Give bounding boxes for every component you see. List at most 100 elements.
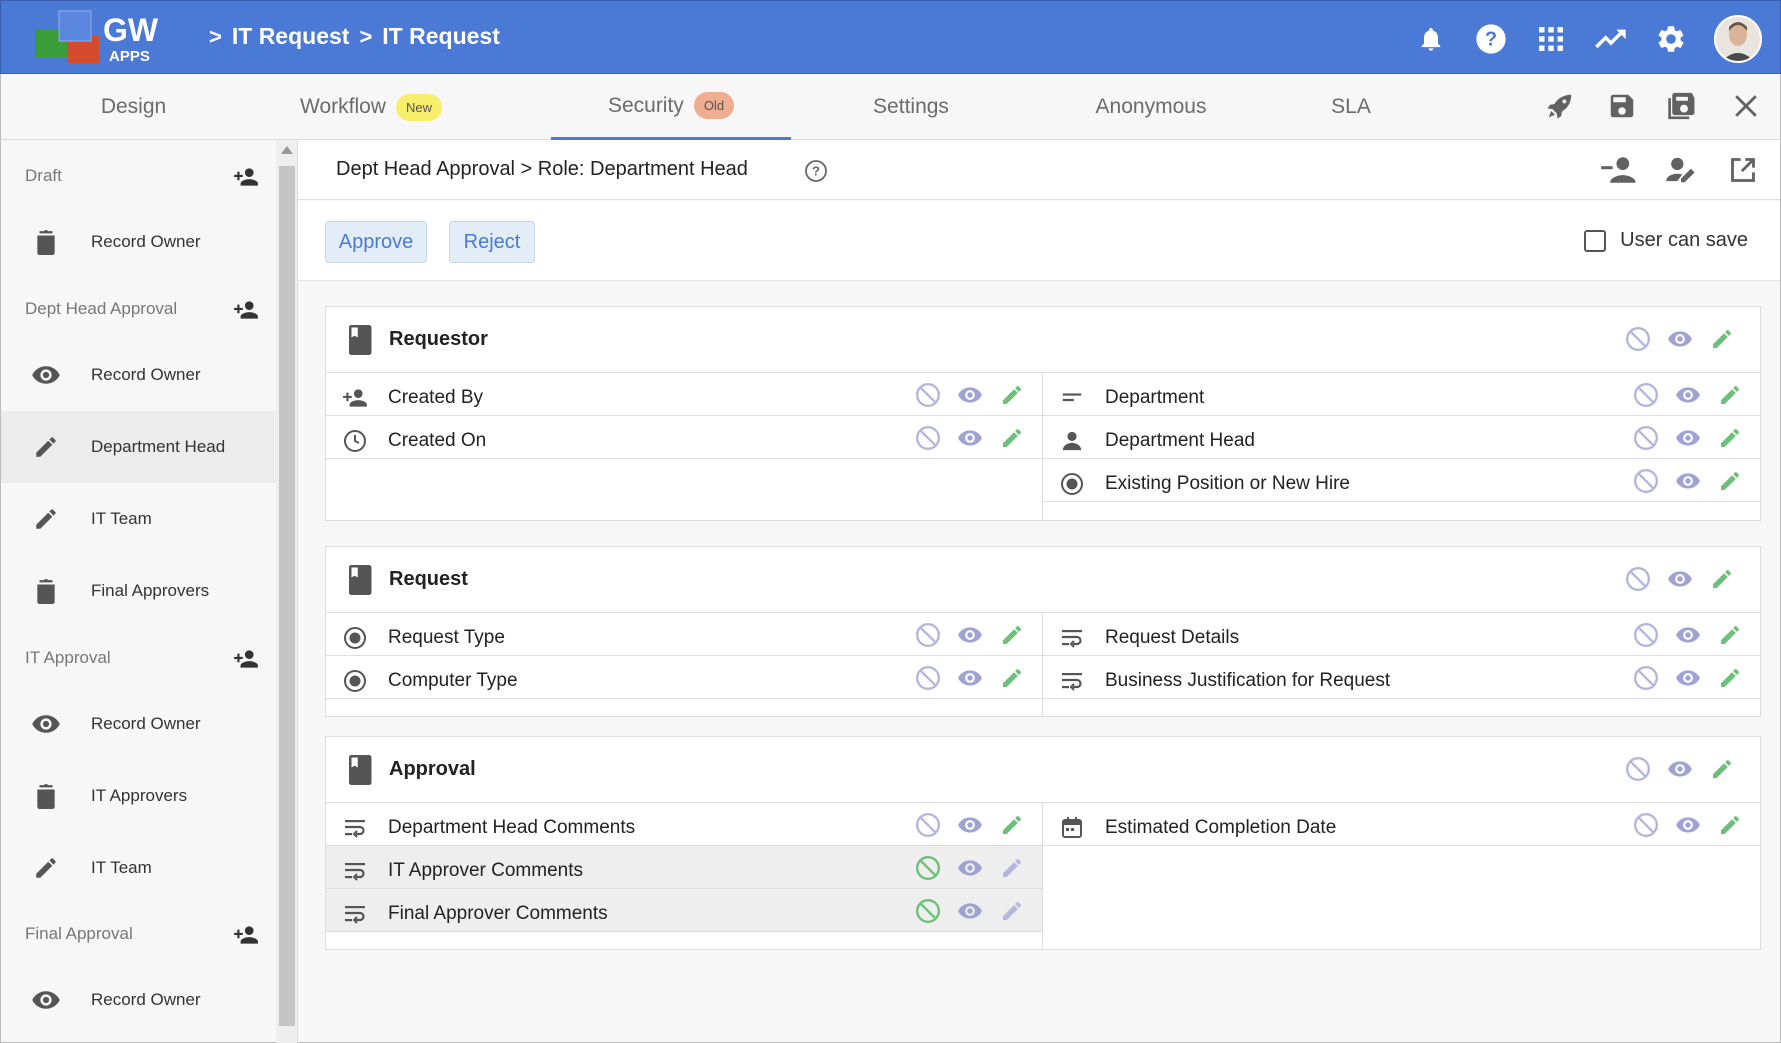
read-only-toggle-icon[interactable] (956, 897, 984, 925)
editable-toggle-icon[interactable] (1708, 565, 1736, 593)
radio-icon (1059, 471, 1085, 497)
person-edit-icon[interactable] (1662, 152, 1700, 188)
tab-anonymous[interactable]: Anonymous (1061, 74, 1241, 140)
remove-person-icon[interactable] (1600, 152, 1638, 188)
sidebar-item-draft-record-owner[interactable]: Record Owner (1, 206, 277, 278)
scrollbar-thumb[interactable] (279, 166, 295, 1026)
editable-toggle-icon[interactable] (1716, 621, 1744, 649)
hidden-toggle-icon[interactable] (1632, 467, 1660, 495)
close-icon[interactable] (1728, 88, 1764, 124)
hidden-toggle-icon[interactable] (1632, 621, 1660, 649)
pencil-icon (31, 504, 61, 534)
read-only-toggle-icon[interactable] (1674, 621, 1702, 649)
tab-sla[interactable]: SLA (1301, 74, 1401, 140)
sidebar-item-department-head[interactable]: Department Head (1, 411, 277, 483)
help-icon[interactable]: ? (1474, 22, 1508, 56)
add-person-icon[interactable] (233, 297, 259, 323)
bell-icon[interactable] (1414, 22, 1448, 56)
hidden-toggle-icon[interactable] (1632, 664, 1660, 692)
wrap-text-icon (1059, 625, 1085, 651)
editable-toggle-icon[interactable] (998, 424, 1026, 452)
breadcrumb-form[interactable]: IT Request (382, 23, 500, 50)
read-only-toggle-icon[interactable] (956, 811, 984, 839)
read-only-toggle-icon[interactable] (1674, 424, 1702, 452)
tab-label: Settings (873, 95, 949, 118)
gw-apps-logo[interactable]: GW APPS (33, 9, 183, 69)
sidebar-item-dept-record-owner[interactable]: Record Owner (1, 339, 277, 411)
editable-toggle-icon[interactable] (998, 664, 1026, 692)
tab-workflow[interactable]: Workflow New (271, 74, 471, 140)
approve-button[interactable]: Approve (325, 221, 427, 263)
read-only-toggle-icon[interactable] (1674, 467, 1702, 495)
avatar[interactable] (1714, 15, 1762, 63)
hidden-toggle-icon[interactable] (914, 621, 942, 649)
hidden-toggle-icon[interactable] (1624, 325, 1652, 353)
editable-toggle-icon[interactable] (998, 621, 1026, 649)
tab-design[interactable]: Design (41, 74, 226, 140)
hidden-toggle-icon[interactable] (914, 897, 942, 925)
tab-settings[interactable]: Settings (821, 74, 1001, 140)
read-only-toggle-icon[interactable] (1674, 811, 1702, 839)
editable-toggle-icon[interactable] (1716, 467, 1744, 495)
sidebar-item-it-team[interactable]: IT Team (1, 483, 277, 555)
editable-toggle-icon[interactable] (1716, 381, 1744, 409)
editable-toggle-icon[interactable] (1716, 664, 1744, 692)
breadcrumb-app[interactable]: IT Request (232, 23, 350, 50)
editable-toggle-icon[interactable] (998, 811, 1026, 839)
read-only-toggle-icon[interactable] (1674, 381, 1702, 409)
editable-toggle-icon[interactable] (1716, 424, 1744, 452)
clock-icon (342, 428, 368, 454)
hidden-toggle-icon[interactable] (914, 424, 942, 452)
open-in-new-icon[interactable] (1724, 152, 1762, 188)
read-only-toggle-icon[interactable] (956, 854, 984, 882)
tab-security[interactable]: Security Old (551, 74, 791, 140)
sidebar-item-it-team-2[interactable]: IT Team (1, 832, 277, 904)
sidebar-item-it-approvers[interactable]: IT Approvers (1, 760, 277, 832)
hidden-toggle-icon[interactable] (914, 854, 942, 882)
sidebar-item-final-record-owner[interactable]: Record Owner (1, 964, 277, 1036)
hidden-toggle-icon[interactable] (914, 381, 942, 409)
save-and-close-icon[interactable] (1666, 88, 1702, 124)
gear-icon[interactable] (1654, 22, 1688, 56)
user-can-save-checkbox[interactable] (1584, 229, 1607, 252)
read-only-toggle-icon[interactable] (1666, 565, 1694, 593)
hidden-toggle-icon[interactable] (1632, 381, 1660, 409)
add-person-icon[interactable] (233, 164, 259, 190)
trending-up-icon[interactable] (1594, 22, 1628, 56)
hidden-toggle-icon[interactable] (1632, 424, 1660, 452)
short-text-icon (1059, 385, 1085, 411)
read-only-toggle-icon[interactable] (1666, 325, 1694, 353)
scroll-up-arrow-icon[interactable] (281, 146, 293, 154)
read-only-toggle-icon[interactable] (956, 621, 984, 649)
apps-grid-icon[interactable] (1534, 22, 1568, 56)
add-person-icon[interactable] (233, 922, 259, 948)
help-circle-icon[interactable]: ? (804, 159, 828, 183)
sidebar-scrollbar[interactable] (276, 140, 298, 1043)
editable-toggle-icon[interactable] (998, 854, 1026, 882)
editable-toggle-icon[interactable] (998, 897, 1026, 925)
hidden-toggle-icon[interactable] (914, 811, 942, 839)
reject-button[interactable]: Reject (449, 221, 535, 263)
sidebar-item-final-approvers[interactable]: Final Approvers (1, 555, 277, 627)
field-label: IT Approver Comments (388, 860, 584, 881)
read-only-toggle-icon[interactable] (1674, 664, 1702, 692)
trash-icon (31, 227, 61, 257)
hidden-toggle-icon[interactable] (914, 664, 942, 692)
editable-toggle-icon[interactable] (1708, 325, 1736, 353)
editable-toggle-icon[interactable] (1708, 755, 1736, 783)
section-request: Request Request Type Computer Type Request… (325, 546, 1761, 717)
save-icon[interactable] (1604, 88, 1640, 124)
read-only-toggle-icon[interactable] (956, 381, 984, 409)
editable-toggle-icon[interactable] (998, 381, 1026, 409)
editable-toggle-icon[interactable] (1716, 811, 1744, 839)
read-only-toggle-icon[interactable] (956, 424, 984, 452)
sidebar-item-it-record-owner[interactable]: Record Owner (1, 688, 277, 760)
hidden-toggle-icon[interactable] (1624, 565, 1652, 593)
read-only-toggle-icon[interactable] (956, 664, 984, 692)
hidden-toggle-icon[interactable] (1624, 755, 1652, 783)
read-only-toggle-icon[interactable] (1666, 755, 1694, 783)
add-person-icon[interactable] (233, 646, 259, 672)
hidden-toggle-icon[interactable] (1632, 811, 1660, 839)
svg-text:?: ? (812, 164, 820, 179)
rocket-icon[interactable] (1542, 88, 1578, 124)
